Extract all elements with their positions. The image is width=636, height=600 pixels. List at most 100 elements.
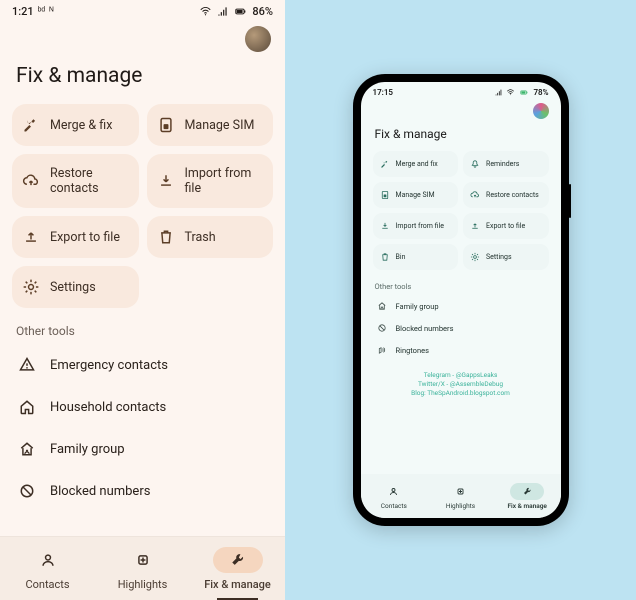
card-label: Trash <box>185 230 216 245</box>
tools-icon <box>22 116 40 134</box>
card-import-file[interactable]: Import from file <box>373 213 459 239</box>
wifi-icon <box>506 88 515 97</box>
bottom-nav: Contacts Highlights Fix & manage <box>0 536 285 600</box>
gear-icon <box>470 252 480 262</box>
nav-highlights[interactable]: Highlights <box>427 474 494 518</box>
credit-line: Twitter/X - @AssembleDebug <box>369 380 553 389</box>
tool-family-group[interactable]: Family group <box>369 295 553 317</box>
tool-household-contacts[interactable]: Household contacts <box>6 386 279 428</box>
card-label: Merge and fix <box>396 160 438 168</box>
block-icon <box>377 323 387 333</box>
status-bar: 1:21 ᵇᵈ ᴺ 86% <box>0 0 285 22</box>
home-icon <box>18 398 36 416</box>
trash-icon <box>157 228 175 246</box>
other-tools-list: Emergency contacts Household contacts Fa… <box>0 344 285 512</box>
battery-icon <box>233 5 248 18</box>
status-bar: 17:15 78% <box>361 82 561 100</box>
card-export-file[interactable]: Export to file <box>12 216 139 258</box>
status-time: 1:21 <box>12 5 34 18</box>
card-label: Restore contacts <box>486 191 539 199</box>
avatar[interactable] <box>533 103 549 119</box>
card-label: Settings <box>50 280 96 295</box>
signal-icon <box>494 88 503 97</box>
signal-icon <box>216 5 229 18</box>
cloud-up-icon <box>22 172 40 190</box>
nav-label: Contacts <box>381 502 407 510</box>
person-icon <box>388 486 399 497</box>
left-phone-screenshot: 1:21 ᵇᵈ ᴺ 86% Fix & manage Merge & fix M… <box>0 0 285 600</box>
family-icon <box>18 440 36 458</box>
card-bin[interactable]: Bin <box>373 244 459 270</box>
card-label: Merge & fix <box>50 118 112 133</box>
tool-label: Ringtones <box>396 346 429 355</box>
card-restore-contacts[interactable]: Restore contacts <box>463 182 549 208</box>
nav-label: Contacts <box>25 578 69 591</box>
tool-label: Emergency contacts <box>50 358 168 373</box>
block-icon <box>18 482 36 500</box>
card-trash[interactable]: Trash <box>147 216 274 258</box>
tool-family-group[interactable]: Family group <box>6 428 279 470</box>
phone-mockup: 17:15 78% Fix & manage Merge and fix <box>353 74 569 526</box>
upload-icon <box>22 228 40 246</box>
card-reminders[interactable]: Reminders <box>463 151 549 177</box>
gear-icon <box>22 278 40 296</box>
section-title-other-tools: Other tools <box>361 270 561 295</box>
card-label: Export to file <box>486 222 525 230</box>
card-restore-contacts[interactable]: Restore contacts <box>12 154 139 208</box>
tool-blocked-numbers[interactable]: Blocked numbers <box>6 470 279 512</box>
tools-icon <box>380 159 390 169</box>
card-label: Settings <box>486 253 512 261</box>
cloud-up-icon <box>470 190 480 200</box>
nav-fix-manage[interactable]: Fix & manage <box>494 474 561 518</box>
card-label: Reminders <box>486 160 519 168</box>
action-grid: Merge and fix Reminders Manage SIM Resto… <box>361 151 561 270</box>
tool-label: Household contacts <box>50 400 166 415</box>
tool-label: Blocked numbers <box>396 324 454 333</box>
nav-contacts[interactable]: Contacts <box>0 537 95 600</box>
card-settings[interactable]: Settings <box>463 244 549 270</box>
action-grid: Merge & fix Manage SIM Restore contacts … <box>0 104 285 308</box>
download-icon <box>157 172 175 190</box>
family-icon <box>377 301 387 311</box>
nav-label: Fix & manage <box>204 578 271 591</box>
battery-icon <box>518 88 530 97</box>
wifi-icon <box>199 5 212 18</box>
card-import-file[interactable]: Import from file <box>147 154 274 208</box>
wrench-icon <box>522 486 533 497</box>
sim-icon <box>157 116 175 134</box>
card-label: Manage SIM <box>185 118 255 133</box>
status-notif-icon: ᴺ <box>49 6 53 17</box>
credit-line: Blog: TheSpAndroid.blogspot.com <box>369 389 553 398</box>
trash-icon <box>380 252 390 262</box>
card-manage-sim[interactable]: Manage SIM <box>147 104 274 146</box>
upload-icon <box>470 221 480 231</box>
emergency-icon <box>18 356 36 374</box>
nav-fix-manage[interactable]: Fix & manage <box>190 537 285 600</box>
card-merge-fix[interactable]: Merge & fix <box>12 104 139 146</box>
nav-label: Highlights <box>446 502 475 510</box>
card-merge-fix[interactable]: Merge and fix <box>373 151 459 177</box>
tool-label: Blocked numbers <box>50 484 150 499</box>
credit-line: Telegram - @GappsLeaks <box>369 371 553 380</box>
nav-contacts[interactable]: Contacts <box>361 474 428 518</box>
status-time: 17:15 <box>373 88 393 97</box>
ringtone-icon <box>377 345 387 355</box>
card-manage-sim[interactable]: Manage SIM <box>373 182 459 208</box>
card-settings[interactable]: Settings <box>12 266 139 308</box>
card-label: Restore contacts <box>50 166 129 196</box>
sim-icon <box>380 190 390 200</box>
card-label: Bin <box>396 253 406 261</box>
tool-blocked-numbers[interactable]: Blocked numbers <box>369 317 553 339</box>
person-icon <box>39 551 57 569</box>
download-icon <box>380 221 390 231</box>
nav-highlights[interactable]: Highlights <box>95 537 190 600</box>
page-title: Fix & manage <box>361 119 561 151</box>
credits-block: Telegram - @GappsLeaks Twitter/X - @Asse… <box>361 361 561 403</box>
section-title-other-tools: Other tools <box>0 308 285 344</box>
card-export-file[interactable]: Export to file <box>463 213 549 239</box>
tool-ringtones[interactable]: Ringtones <box>369 339 553 361</box>
avatar[interactable] <box>245 26 271 52</box>
other-tools-list: Family group Blocked numbers Ringtones <box>361 295 561 361</box>
nav-label: Fix & manage <box>507 502 546 510</box>
tool-emergency-contacts[interactable]: Emergency contacts <box>6 344 279 386</box>
